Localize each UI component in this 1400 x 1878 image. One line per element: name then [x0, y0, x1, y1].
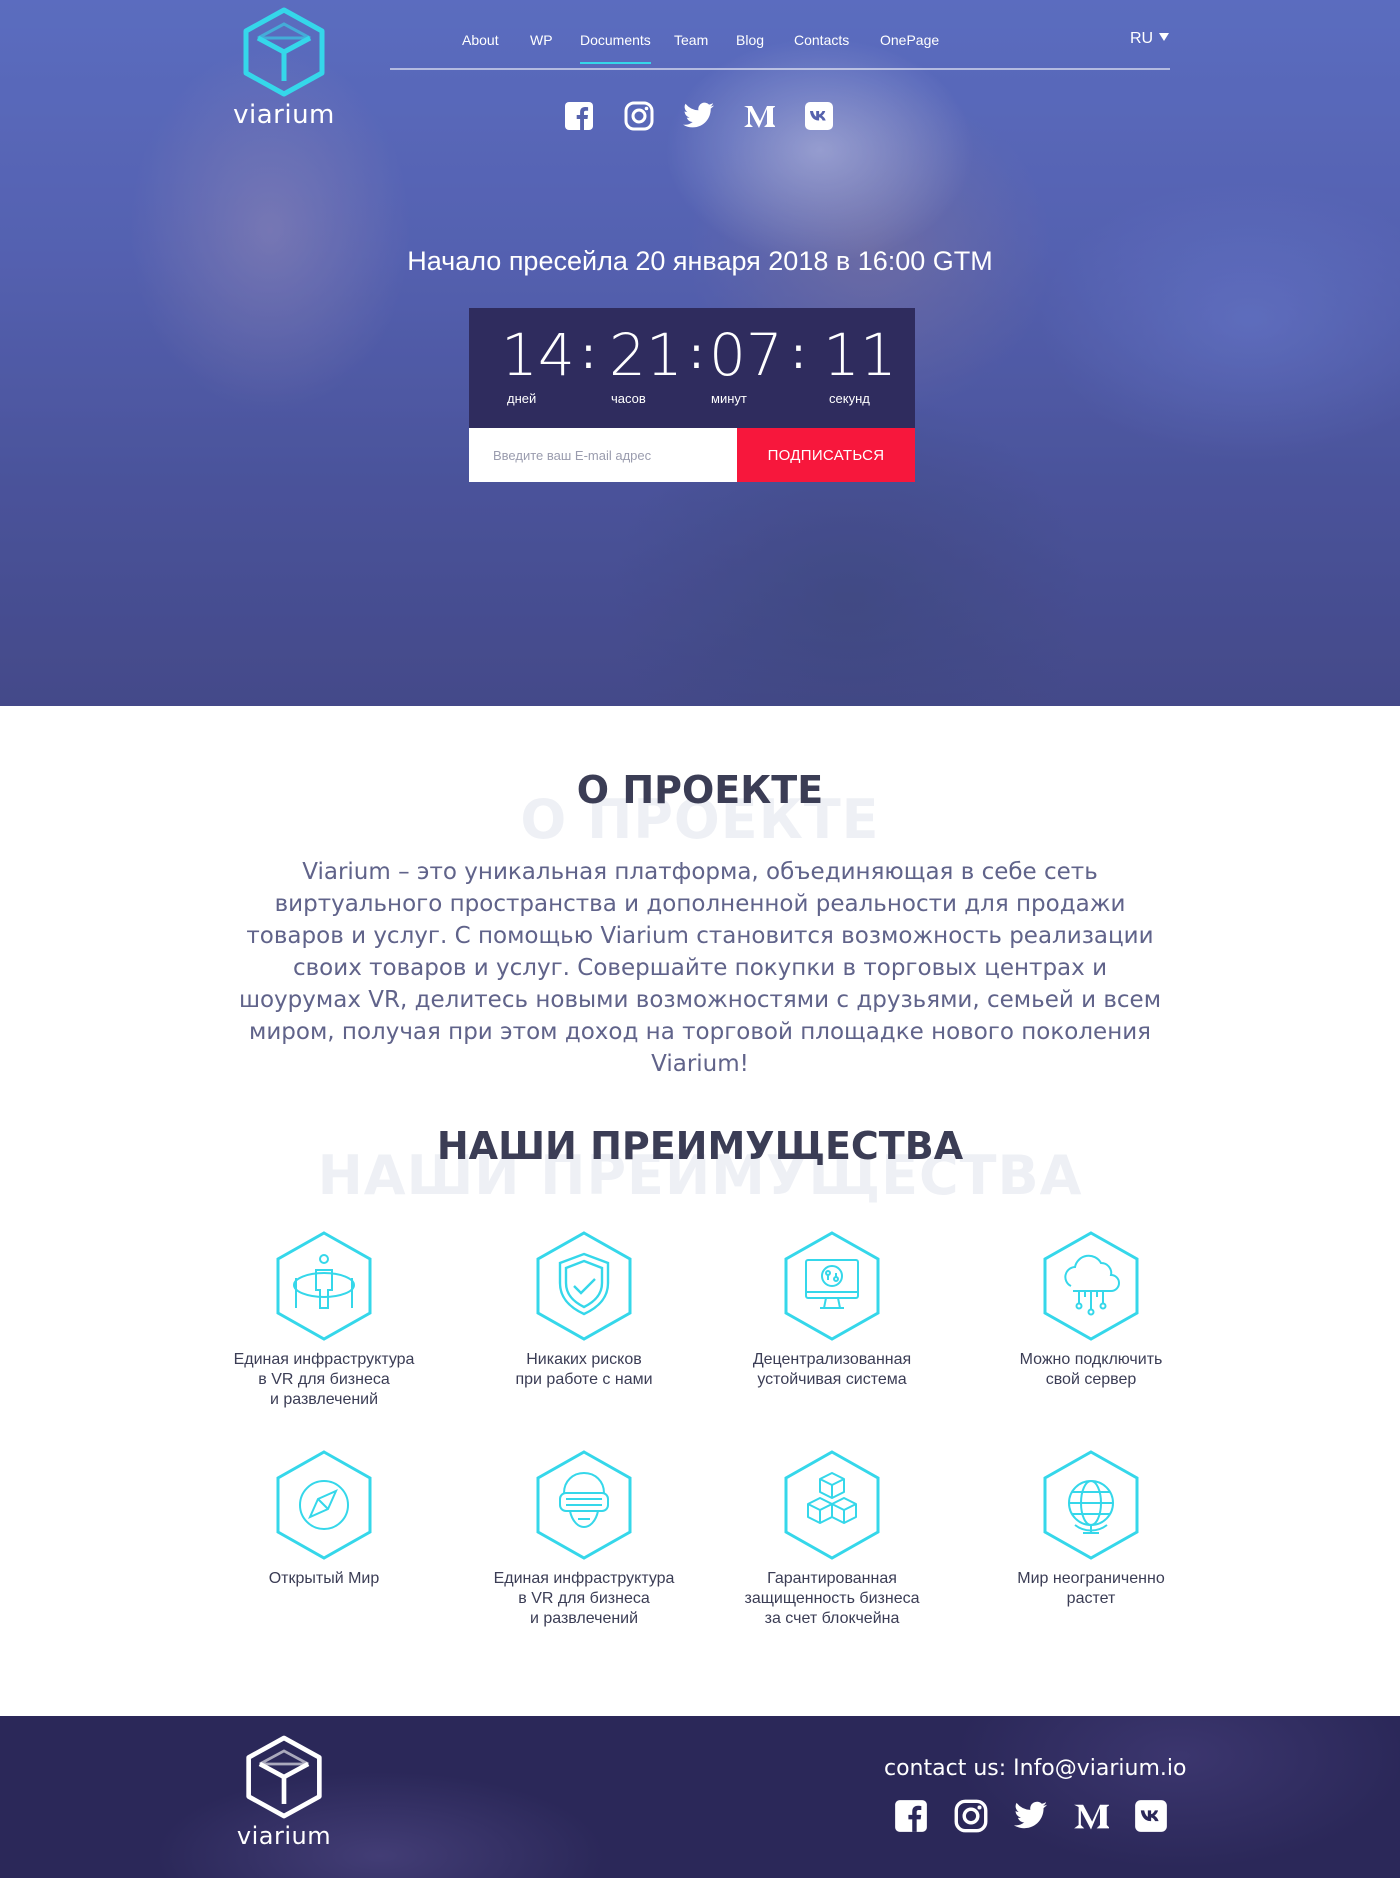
- facebook-icon[interactable]: [563, 100, 595, 132]
- advantage-item: Мир неограниченно растет: [981, 1449, 1201, 1609]
- nav-item-onepage[interactable]: OnePage: [880, 32, 939, 48]
- shield-check-icon: [536, 1231, 632, 1341]
- about-paragraph: Viarium – это уникальная платформа, объе…: [238, 859, 1162, 1077]
- twitter-icon[interactable]: [1013, 1798, 1049, 1834]
- countdown-days: 14: [501, 321, 575, 389]
- blocks-icon: [784, 1450, 880, 1560]
- compass-icon: [276, 1450, 372, 1560]
- nav-item-contacts[interactable]: Contacts: [794, 32, 849, 48]
- advantage-item: Гарантированная защищенность бизнеса за …: [722, 1449, 942, 1629]
- vr-person-icon: [276, 1231, 372, 1341]
- footer: viarium contact us: Info@viarium.io: [0, 1716, 1400, 1878]
- advantage-item: Децентрализованная устойчивая система: [722, 1230, 942, 1390]
- presale-date: Начало пресейла 20 января 2018 в 16:00 G…: [407, 246, 993, 276]
- nav-item-wp[interactable]: WP: [530, 32, 553, 48]
- advantage-item: Единая инфраструктура в VR для бизнеса и…: [214, 1230, 434, 1410]
- footer-logo[interactable]: viarium: [228, 1734, 340, 1850]
- advantage-item: Единая инфраструктура в VR для бизнеса и…: [474, 1449, 694, 1629]
- countdown-seconds: 11: [823, 321, 897, 389]
- globe-icon: [1043, 1450, 1139, 1560]
- countdown-timer: 14 : 21 : 07 : 11 дней часов минут секун…: [469, 308, 915, 428]
- vk-icon[interactable]: [1133, 1798, 1169, 1834]
- vk-icon[interactable]: [803, 100, 835, 132]
- language-selector[interactable]: RU: [1130, 30, 1170, 48]
- logo-wordmark: viarium: [233, 100, 335, 130]
- nav-item-about[interactable]: About: [462, 32, 499, 48]
- advantages-title: НАШИ ПРЕИМУЩЕСТВА: [436, 1124, 964, 1168]
- facebook-icon[interactable]: [893, 1798, 929, 1834]
- countdown-separator: :: [689, 328, 704, 379]
- advantage-item: Можно подключить свой сервер: [981, 1230, 1201, 1390]
- countdown-hours: 21: [609, 321, 683, 389]
- medium-icon[interactable]: [743, 100, 775, 132]
- advantage-item: Открытый Мир: [214, 1449, 434, 1589]
- chevron-down-icon: [1159, 33, 1170, 41]
- advantage-label: Можно подключить свой сервер: [1019, 1351, 1163, 1388]
- nav-item-team[interactable]: Team: [674, 32, 708, 48]
- advantage-item: Никаких рисков при работе с нами: [474, 1230, 694, 1390]
- logo[interactable]: viarium: [228, 6, 340, 130]
- countdown-hours-label: часов: [611, 391, 646, 406]
- instagram-icon[interactable]: [623, 100, 655, 132]
- nav-item-documents[interactable]: Documents: [580, 32, 651, 64]
- monitor-network-icon: [784, 1231, 880, 1341]
- logo-cube-icon: [246, 1735, 322, 1819]
- hero-section: viarium About WP Documents Team Blog Con…: [0, 0, 1400, 706]
- footer-logo-wordmark: viarium: [236, 1822, 332, 1850]
- footer-social-links: [893, 1798, 1193, 1834]
- advantage-label: Гарантированная защищенность бизнеса за …: [744, 1570, 920, 1627]
- medium-icon[interactable]: [1073, 1798, 1109, 1834]
- subscribe-button[interactable]: ПОДПИСАТЬСЯ: [737, 428, 915, 482]
- advantage-label: Мир неограниченно растет: [1017, 1570, 1165, 1607]
- about-title: О ПРОЕКТЕ: [576, 768, 824, 812]
- countdown-separator: :: [581, 328, 596, 379]
- subscribe-form: ПОДПИСАТЬСЯ: [469, 428, 915, 482]
- hero-social-links: [563, 100, 835, 132]
- advantage-label: Никаких рисков при работе с нами: [515, 1351, 653, 1388]
- instagram-icon[interactable]: [953, 1798, 989, 1834]
- countdown-minutes-label: минут: [711, 391, 747, 406]
- email-input[interactable]: [469, 428, 737, 482]
- countdown-minutes: 07: [709, 321, 783, 389]
- language-label: RU: [1130, 30, 1154, 47]
- countdown-seconds-label: секунд: [829, 391, 870, 406]
- twitter-icon[interactable]: [683, 100, 715, 132]
- contact-email[interactable]: contact us: Info@viarium.io: [884, 1756, 1186, 1781]
- logo-cube-icon: [243, 7, 325, 97]
- advantage-label: Единая инфраструктура в VR для бизнеса и…: [493, 1570, 675, 1627]
- advantage-label: Децентрализованная устойчивая система: [752, 1351, 912, 1388]
- countdown-days-label: дней: [507, 391, 537, 406]
- vr-headset-icon: [536, 1450, 632, 1560]
- nav-item-blog[interactable]: Blog: [736, 32, 764, 48]
- main-nav: About WP Documents Team Blog Contacts On…: [390, 22, 1170, 70]
- cloud-server-icon: [1043, 1231, 1139, 1341]
- advantage-label: Открытый Мир: [268, 1570, 380, 1587]
- advantage-label: Единая инфраструктура в VR для бизнеса и…: [233, 1351, 415, 1408]
- countdown-separator: :: [791, 328, 806, 379]
